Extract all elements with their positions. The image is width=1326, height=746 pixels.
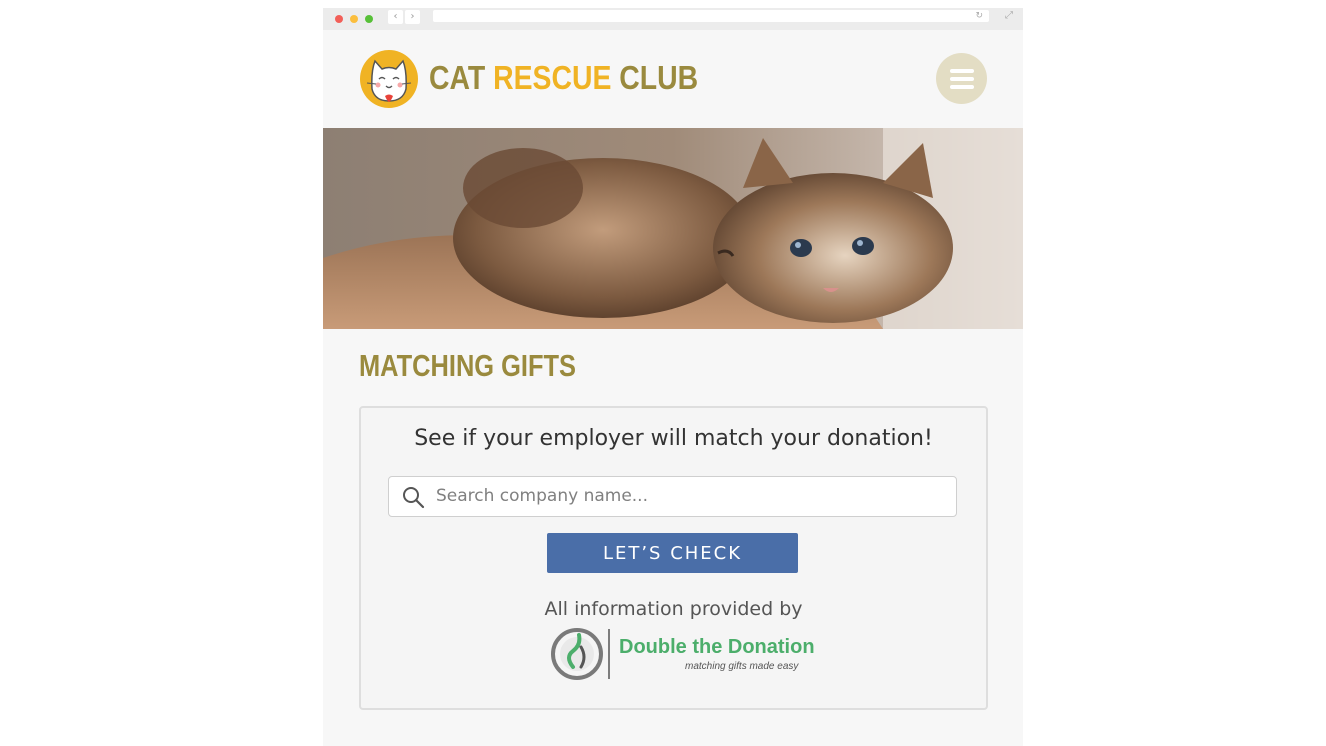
address-bar[interactable]: ↻ — [433, 10, 989, 22]
close-window-dot[interactable] — [335, 15, 343, 23]
browser-window: ‹ › ↻ ⤢ CAT RESCUE CLUB MATCHING GIFTS S… — [323, 8, 1023, 746]
brand-word-rescue: RESCUE — [493, 59, 612, 96]
browser-toolbar: ‹ › ↻ ⤢ — [323, 8, 1023, 30]
partner-tagline: matching gifts made easy — [685, 661, 799, 672]
partner-name: Double the Donation — [619, 636, 815, 658]
widget-heading: See if your employer will match your don… — [414, 426, 933, 451]
lets-check-button[interactable]: LET’S CHECK — [547, 533, 798, 573]
company-search-input[interactable] — [436, 477, 936, 514]
reload-icon[interactable]: ↻ — [975, 10, 983, 22]
back-button[interactable]: ‹ — [388, 10, 403, 24]
forward-button[interactable]: › — [405, 10, 420, 24]
brand-word-cat: CAT — [429, 59, 486, 96]
menu-button[interactable] — [936, 53, 987, 104]
brand-wordmark[interactable]: CAT RESCUE CLUB — [429, 58, 698, 98]
hamburger-icon-bar-1 — [950, 69, 974, 73]
dtd-mark-icon — [551, 628, 610, 680]
cat-logo-icon[interactable] — [359, 49, 419, 109]
search-icon — [403, 487, 425, 509]
brand-word-club: CLUB — [619, 59, 699, 96]
site-header: CAT RESCUE CLUB — [323, 30, 1023, 128]
hamburger-icon-bar-2 — [950, 77, 974, 81]
expand-icon[interactable]: ⤢ — [1005, 10, 1013, 22]
kittens-illustration — [323, 128, 1023, 329]
page-title: MATCHING GIFTS — [359, 348, 576, 383]
provided-by-text: All information provided by — [544, 598, 803, 620]
maximize-window-dot[interactable] — [365, 15, 373, 23]
company-search-box[interactable] — [388, 476, 957, 517]
minimize-window-dot[interactable] — [350, 15, 358, 23]
hero-kittens-image — [323, 128, 1023, 329]
hamburger-icon-bar-3 — [950, 85, 974, 89]
matching-gifts-widget: See if your employer will match your don… — [359, 406, 988, 710]
double-the-donation-logo[interactable]: Double the Donation matching gifts made … — [551, 627, 815, 681]
